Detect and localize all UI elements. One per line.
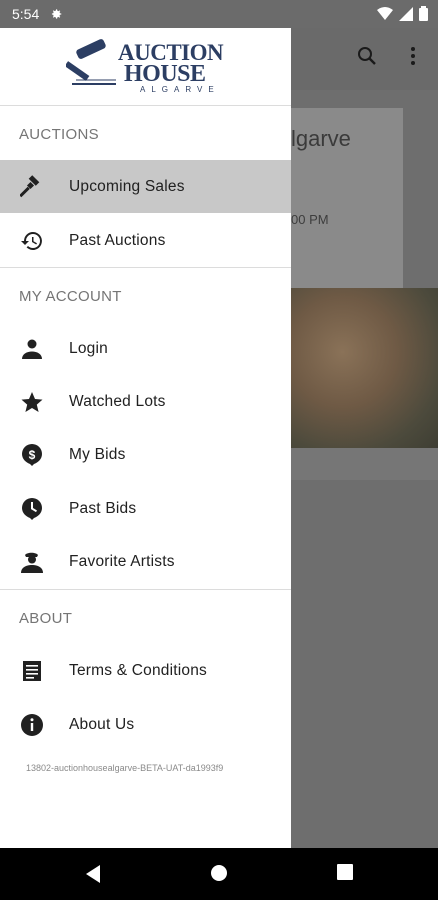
menu-item-past-auctions[interactable]: Past Auctions <box>0 214 291 267</box>
menu-item-about-us[interactable]: About Us <box>0 698 291 751</box>
search-icon[interactable] <box>355 44 379 68</box>
section-divider <box>0 267 291 268</box>
menu-item-watched-lots[interactable]: Watched Lots <box>0 375 291 428</box>
background-strip <box>291 448 438 480</box>
menu-item-label: About Us <box>69 716 135 733</box>
background-card-title: lgarve <box>291 126 351 151</box>
signal-icon <box>399 6 413 21</box>
recents-icon[interactable] <box>337 864 353 880</box>
menu-item-upcoming-sales[interactable]: Upcoming Sales <box>0 160 291 213</box>
clock-pin-icon <box>22 498 42 520</box>
svg-text:$: $ <box>29 448 36 462</box>
logo-text-algarve: ALGARVE <box>140 85 220 94</box>
wifi-icon <box>377 6 393 20</box>
info-icon <box>21 714 43 736</box>
star-icon <box>21 392 43 412</box>
section-header-about: ABOUT <box>19 610 73 627</box>
home-icon[interactable] <box>210 864 228 882</box>
menu-item-terms-conditions[interactable]: Terms & Conditions <box>0 644 291 697</box>
system-navigation-bar <box>0 848 438 900</box>
menu-item-label: My Bids <box>69 446 126 463</box>
dollar-pin-icon: $ <box>22 444 42 466</box>
gavel-icon <box>20 175 40 198</box>
menu-item-label: Watched Lots <box>69 393 166 410</box>
background-card-time: 00 PM <box>291 212 329 227</box>
section-header-auctions: AUCTIONS <box>19 126 99 143</box>
menu-item-label: Past Auctions <box>69 232 166 249</box>
status-time: 5:54 <box>12 6 40 22</box>
person-icon <box>22 339 42 359</box>
menu-item-label: Terms & Conditions <box>69 662 207 679</box>
background-auction-card: lgarve 00 PM <box>291 108 403 288</box>
section-header-my-account: MY ACCOUNT <box>19 288 122 305</box>
menu-item-label: Upcoming Sales <box>69 178 185 195</box>
section-divider <box>0 589 291 590</box>
back-icon[interactable] <box>84 864 102 884</box>
menu-item-login[interactable]: Login <box>0 322 291 375</box>
battery-icon <box>419 6 428 21</box>
artist-icon <box>21 552 43 573</box>
settings-gear-icon <box>52 9 62 19</box>
menu-item-label: Favorite Artists <box>69 553 175 570</box>
background-artwork-image <box>291 288 438 448</box>
gavel-logo-icon <box>66 39 116 85</box>
history-icon <box>21 232 42 250</box>
more-vert-icon[interactable] <box>401 44 425 68</box>
menu-item-my-bids[interactable]: $ My Bids <box>0 428 291 481</box>
drawer-logo: AUCTION HOUSE ALGARVE <box>0 28 291 106</box>
status-bar: 5:54 <box>0 0 438 28</box>
menu-item-favorite-artists[interactable]: Favorite Artists <box>0 535 291 588</box>
app-version-text: 13802-auctionhousealgarve-BETA-UAT-da199… <box>26 763 224 773</box>
menu-item-label: Login <box>69 340 108 357</box>
logo-text-house: HOUSE <box>124 61 206 87</box>
menu-item-label: Past Bids <box>69 500 137 517</box>
menu-item-past-bids[interactable]: Past Bids <box>0 482 291 535</box>
navigation-drawer: AUCTION HOUSE ALGARVE AUCTIONS Upcoming … <box>0 28 291 848</box>
document-icon <box>23 661 41 681</box>
